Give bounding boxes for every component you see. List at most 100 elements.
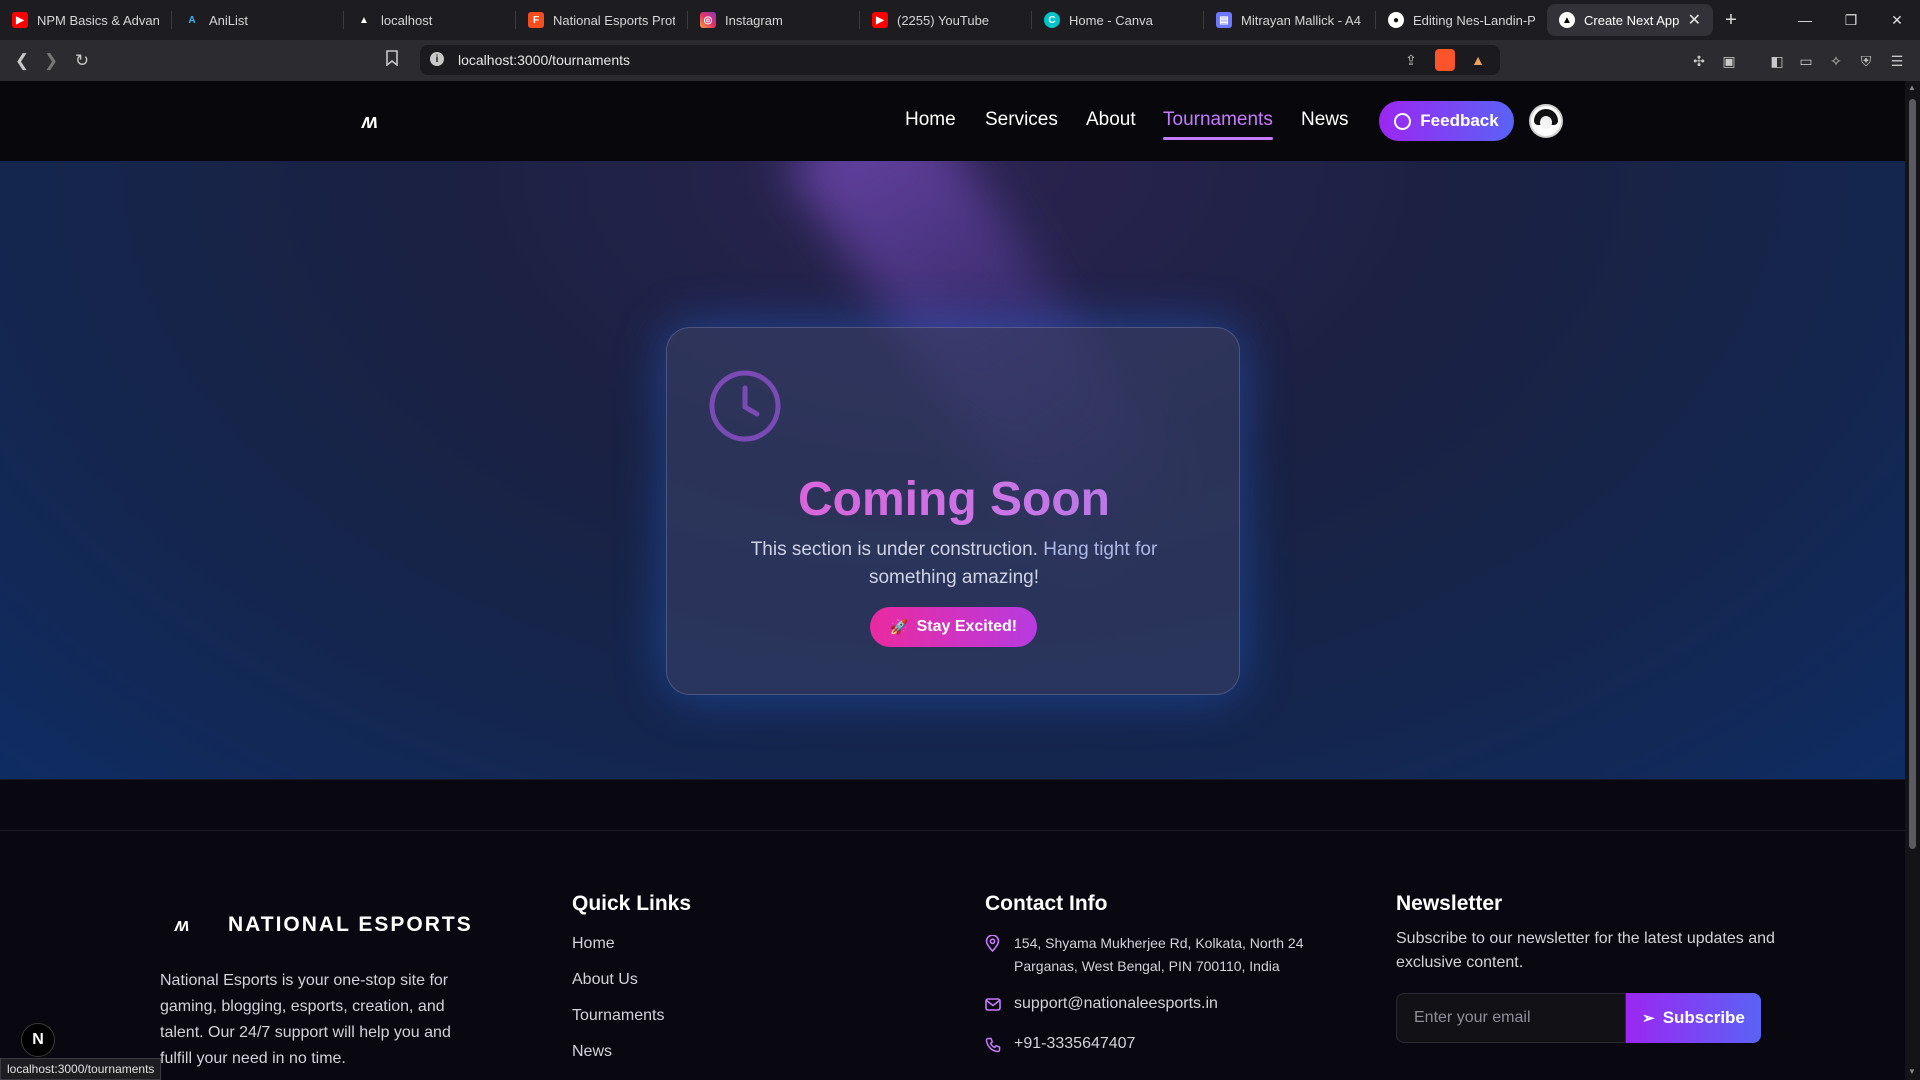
- nav-about[interactable]: About: [1086, 109, 1136, 131]
- mail-icon: [985, 998, 1001, 1015]
- footer-link-about[interactable]: About Us: [572, 971, 638, 989]
- leo-ai-icon[interactable]: ✧: [1827, 52, 1845, 70]
- browser-tab[interactable]: A AniList: [172, 0, 343, 40]
- browser-tab[interactable]: ● Editing Nes-Landin-Pa: [1376, 0, 1547, 40]
- browser-tab[interactable]: ◎ Instagram: [688, 0, 859, 40]
- newsletter-heading: Newsletter: [1396, 892, 1503, 915]
- contact-info-heading: Contact Info: [985, 892, 1108, 915]
- share-icon[interactable]: ⇪: [1402, 51, 1420, 69]
- vpn-shield-icon[interactable]: ⛨: [1857, 52, 1875, 70]
- nextjs-icon: ▲: [359, 14, 369, 26]
- quick-links-heading: Quick Links: [572, 892, 692, 915]
- site-navbar: ʍ Home Services About Tournaments News F…: [0, 81, 1905, 161]
- browser-tab-active[interactable]: ▲ Create Next App ✕: [1547, 4, 1713, 36]
- tab-title: Create Next App: [1584, 12, 1680, 28]
- anilist-icon: A: [184, 12, 200, 28]
- browser-tab[interactable]: C Home - Canva: [1032, 0, 1203, 40]
- send-icon: ➢: [1642, 1010, 1655, 1027]
- back-icon[interactable]: ❮: [9, 48, 35, 74]
- address-bar[interactable]: i localhost:3000/tournaments ⇪ ▲: [420, 45, 1500, 75]
- reload-icon[interactable]: ↻: [69, 48, 95, 74]
- brave-shields-icon[interactable]: [1435, 49, 1455, 71]
- doc-icon: ▤: [1216, 12, 1232, 28]
- rocket-icon: 🚀: [889, 619, 909, 636]
- page-scrollbar[interactable]: ▲ ▼: [1905, 81, 1920, 1080]
- menu-icon[interactable]: ☰: [1888, 52, 1906, 70]
- avatar[interactable]: [1529, 104, 1563, 138]
- footer-description: National Esports is your one-stop site f…: [160, 972, 451, 1067]
- close-tab-icon[interactable]: ✕: [1688, 10, 1701, 30]
- newsletter-email-input[interactable]: Enter your email: [1396, 993, 1626, 1043]
- browser-tab[interactable]: ▶ (2255) YouTube: [860, 0, 1031, 40]
- canva-icon: C: [1044, 12, 1060, 28]
- nav-news[interactable]: News: [1301, 109, 1349, 131]
- scroll-down-icon[interactable]: ▼: [1908, 1067, 1916, 1076]
- nextjs-dev-indicator[interactable]: N: [21, 1023, 55, 1057]
- url-text[interactable]: localhost:3000/tournaments: [458, 52, 630, 68]
- newsletter-description: Subscribe to our newsletter for the late…: [1396, 930, 1775, 971]
- footer-link-home[interactable]: Home: [572, 935, 615, 953]
- browser-tab-bar: ▶ NPM Basics & Advance A AniList ▲ localhos…: [0, 0, 1920, 40]
- subtitle-text: This section is under construction.: [750, 539, 1038, 560]
- browser-tab[interactable]: ▲ localhost: [344, 0, 515, 40]
- tab-title: Instagram: [725, 12, 783, 28]
- browser-tab[interactable]: ▤ Mitrayan Mallick - A4: [1204, 0, 1375, 40]
- browser-tab[interactable]: ▶ NPM Basics & Advance: [0, 0, 171, 40]
- forward-icon[interactable]: ❯: [38, 48, 64, 74]
- avatar-face: [1540, 116, 1552, 129]
- minimize-icon[interactable]: —: [1782, 0, 1828, 40]
- tab-title: NPM Basics & Advance: [37, 12, 159, 28]
- browser-toolbar: ❮ ❯ ↻ i localhost:3000/tournaments ⇪ ▲ ✣…: [0, 40, 1920, 81]
- subscribe-button[interactable]: ➢ Subscribe: [1626, 993, 1761, 1043]
- tab-title: Mitrayan Mallick - A4: [1241, 12, 1361, 28]
- scroll-up-icon[interactable]: ▲: [1908, 83, 1916, 92]
- browser-tab[interactable]: F National Esports Protot: [516, 0, 687, 40]
- footer-link-news[interactable]: News: [572, 1043, 612, 1061]
- stay-excited-button[interactable]: 🚀 Stay Excited!: [870, 607, 1037, 647]
- tab-title: localhost: [381, 12, 433, 28]
- restore-icon[interactable]: ❐: [1828, 0, 1874, 40]
- brave-rewards-icon[interactable]: ▲: [1469, 51, 1487, 69]
- location-pin-icon: [985, 934, 1000, 956]
- youtube-icon: ▶: [12, 12, 28, 28]
- instagram-icon: ◎: [700, 12, 716, 28]
- sidebar-icon[interactable]: ◧: [1768, 52, 1786, 70]
- coming-soon-section: Coming Soon This section is under constr…: [0, 161, 1905, 779]
- tab-title: (2255) YouTube: [897, 12, 990, 28]
- tab-title: AniList: [209, 12, 249, 28]
- subtitle-end: something amazing!: [868, 567, 1040, 588]
- bookmark-icon[interactable]: [385, 50, 399, 70]
- site-footer: ʍ NATIONAL ESPORTS National Esports is y…: [0, 779, 1905, 1080]
- nav-home[interactable]: Home: [905, 109, 956, 131]
- footer-logo: ʍ: [175, 915, 189, 935]
- feedback-button[interactable]: Feedback: [1379, 101, 1514, 141]
- contact-email[interactable]: support@nationaleesports.in: [1014, 992, 1218, 1015]
- phone-icon: [985, 1037, 1001, 1057]
- nav-services[interactable]: Services: [985, 109, 1058, 131]
- footer-brand-name: NATIONAL ESPORTS: [228, 913, 473, 936]
- tab-title: National Esports Protot: [553, 12, 675, 28]
- coming-soon-card: Coming Soon This section is under constr…: [666, 327, 1240, 695]
- screenshot-icon[interactable]: ▣: [1720, 52, 1738, 70]
- contact-phone[interactable]: +91-3335647407: [1014, 1032, 1135, 1055]
- coming-soon-title: Coming Soon: [667, 472, 1241, 527]
- window-close-icon[interactable]: ✕: [1874, 0, 1920, 40]
- wallet-icon[interactable]: ▭: [1797, 52, 1815, 70]
- web-page: ʍ Home Services About Tournaments News F…: [0, 81, 1905, 1080]
- stay-excited-label: Stay Excited!: [916, 618, 1018, 635]
- subtitle-highlight: Hang tight for: [1043, 539, 1158, 560]
- figma-icon: F: [528, 12, 544, 28]
- status-bar-url: localhost:3000/tournaments: [0, 1058, 162, 1080]
- tab-title: Home - Canva: [1069, 12, 1153, 28]
- clock-icon: [709, 370, 781, 442]
- scroll-thumb[interactable]: [1909, 99, 1916, 849]
- nav-tournaments[interactable]: Tournaments: [1163, 109, 1273, 131]
- address-line-1: 154, Shyama Mukherjee Rd, Kolkata, North…: [1014, 935, 1304, 951]
- site-logo[interactable]: ʍ: [362, 111, 378, 134]
- extensions-icon[interactable]: ✣: [1690, 52, 1708, 70]
- github-icon: ●: [1388, 12, 1404, 28]
- footer-link-tournaments[interactable]: Tournaments: [572, 1007, 665, 1025]
- new-tab-button[interactable]: +: [1713, 0, 1749, 40]
- site-info-icon[interactable]: i: [430, 52, 444, 66]
- footer-divider: [0, 830, 1905, 831]
